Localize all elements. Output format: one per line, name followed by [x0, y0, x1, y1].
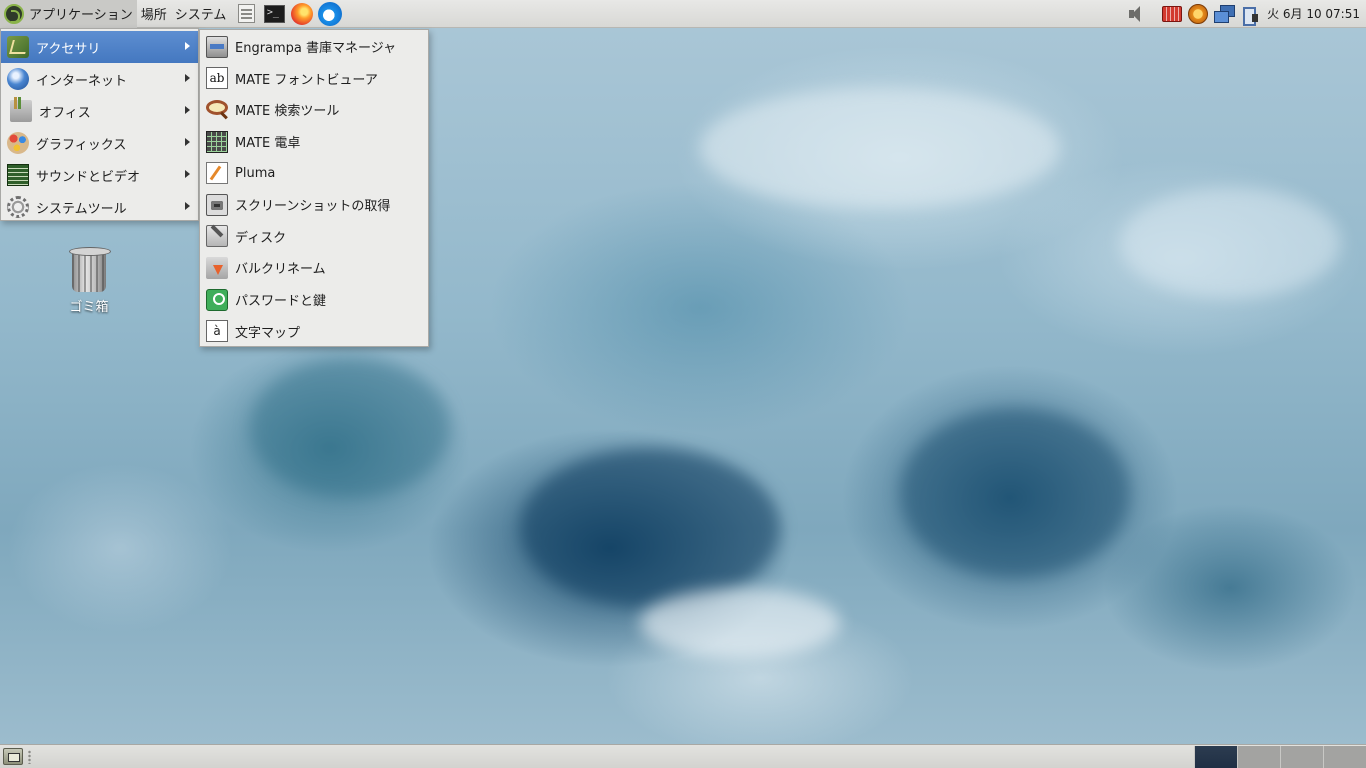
submenu-arrow-icon: [185, 170, 190, 178]
system-menu[interactable]: システム: [171, 0, 231, 28]
clock[interactable]: 火 6月 10 07:51: [1263, 5, 1366, 22]
update-notifier[interactable]: [1187, 3, 1209, 25]
volume-control[interactable]: [1125, 3, 1147, 25]
update-notifier-icon: [1188, 3, 1209, 24]
thunderbird-icon: [318, 1, 343, 26]
places-menu-label: 場所: [140, 8, 167, 23]
terminal-icon: >_: [263, 4, 285, 23]
bottom-panel: [0, 744, 1366, 768]
accessories-submenu: Engrampa 書庫マネージャ ab MATE フォントビューア MATE 検…: [199, 29, 429, 347]
archive-manager-icon: [206, 35, 228, 58]
submenu-arrow-icon: [185, 138, 190, 146]
applications-menu[interactable]: アプリケーション: [0, 0, 137, 28]
menu-item-label: 文字マップ: [235, 325, 301, 341]
menu-item-system-tools[interactable]: システムツール: [1, 191, 198, 223]
applications-menu-label: アプリケーション: [29, 8, 133, 23]
trash-label: ゴミ箱: [69, 300, 109, 315]
menu-item-accessories[interactable]: アクセサリ: [1, 31, 198, 63]
calculator-icon: [206, 130, 228, 153]
passwords-keys-icon: [206, 288, 228, 311]
applications-dropdown: アクセサリ インターネット オフィス グラフィックス サウンドとビデオ システム…: [0, 28, 199, 221]
submenu-arrow-icon: [185, 106, 190, 114]
menu-item-label: アクセサリ: [36, 41, 101, 57]
power-indicator[interactable]: [1239, 3, 1261, 26]
screenshot-icon: [206, 193, 228, 216]
accessories-icon: [7, 36, 29, 58]
font-viewer-icon: ab: [206, 67, 228, 90]
keyboard-icon: [1162, 5, 1183, 22]
search-tool-icon: [206, 100, 228, 116]
keyboard-indicator[interactable]: [1161, 3, 1183, 25]
menu-item-graphics[interactable]: グラフィックス: [1, 127, 198, 159]
desktop-icon-trash[interactable]: ゴミ箱: [54, 247, 124, 315]
character-map-icon: à: [206, 320, 228, 343]
menu-item-label: オフィス: [39, 105, 91, 121]
office-icon: [10, 97, 32, 122]
network-icon: [1214, 5, 1236, 23]
menu-item-sound-video[interactable]: サウンドとビデオ: [1, 159, 198, 191]
submenu-arrow-icon: [185, 74, 190, 82]
menu-item-label: グラフィックス: [36, 137, 127, 153]
menu-item-office[interactable]: オフィス: [1, 95, 198, 127]
file-manager-icon: [237, 4, 255, 23]
menu-item-character-map[interactable]: à 文字マップ: [200, 315, 428, 347]
menu-item-label: ディスク: [235, 230, 287, 246]
menu-item-internet[interactable]: インターネット: [1, 63, 198, 95]
text-editor-icon: [206, 162, 228, 185]
thunderbird-launcher[interactable]: [318, 1, 343, 26]
submenu-arrow-icon: [185, 202, 190, 210]
menu-item-label: サウンドとビデオ: [36, 169, 141, 185]
workspace-4[interactable]: [1323, 746, 1366, 768]
menu-item-disks[interactable]: ディスク: [200, 221, 428, 253]
mate-logo-icon: [4, 3, 24, 24]
menu-item-passwords-keys[interactable]: パスワードと鍵: [200, 284, 428, 316]
panel-drag-handle[interactable]: [28, 750, 31, 764]
menu-item-label: システムツール: [36, 201, 127, 217]
workspace-2[interactable]: [1237, 746, 1280, 768]
workspace-3[interactable]: [1280, 746, 1323, 768]
top-panel: アプリケーション 場所 システム >_ 火 6月 10 07:51: [0, 0, 1366, 28]
menu-item-font-viewer[interactable]: ab MATE フォントビューア: [200, 63, 428, 95]
system-tools-icon: [7, 196, 29, 218]
power-icon: [1241, 4, 1259, 26]
menu-item-calculator[interactable]: MATE 電卓: [200, 126, 428, 158]
graphics-icon: [7, 132, 29, 154]
firefox-icon: [291, 2, 314, 25]
file-manager-launcher[interactable]: [234, 2, 258, 26]
menu-item-label: バルクリネーム: [235, 262, 326, 278]
show-desktop-button[interactable]: [3, 748, 23, 765]
menu-item-label: Engrampa 書庫マネージャ: [235, 41, 397, 57]
places-menu[interactable]: 場所: [137, 0, 171, 28]
menu-item-screenshot[interactable]: スクリーンショットの取得: [200, 189, 428, 221]
trash-icon: [69, 247, 111, 292]
menu-item-label: スクリーンショットの取得: [235, 199, 391, 215]
disks-icon: [206, 225, 228, 248]
menu-item-label: MATE フォントビューア: [235, 72, 378, 88]
menu-item-label: パスワードと鍵: [235, 294, 327, 310]
menu-item-bulk-rename[interactable]: バルクリネーム: [200, 252, 428, 284]
network-indicator[interactable]: [1213, 3, 1236, 25]
menu-item-engrampa[interactable]: Engrampa 書庫マネージャ: [200, 31, 428, 63]
menu-item-pluma[interactable]: Pluma: [200, 157, 428, 189]
volume-icon: [1127, 5, 1145, 23]
sound-video-icon: [7, 164, 29, 186]
system-menu-label: システム: [174, 8, 227, 23]
notification-area: 火 6月 10 07:51: [1123, 0, 1366, 28]
internet-icon: [7, 68, 29, 90]
bulk-rename-icon: [206, 256, 228, 279]
menu-item-search-tool[interactable]: MATE 検索ツール: [200, 94, 428, 126]
workspace-1[interactable]: [1194, 746, 1237, 768]
menu-item-label: Pluma: [235, 165, 276, 181]
menu-item-label: MATE 電卓: [235, 136, 301, 152]
firefox-launcher[interactable]: [290, 2, 314, 26]
submenu-arrow-icon: [185, 42, 190, 50]
menu-item-label: インターネット: [36, 73, 128, 89]
menu-item-label: MATE 検索ツール: [235, 104, 340, 120]
terminal-launcher[interactable]: >_: [262, 2, 286, 26]
